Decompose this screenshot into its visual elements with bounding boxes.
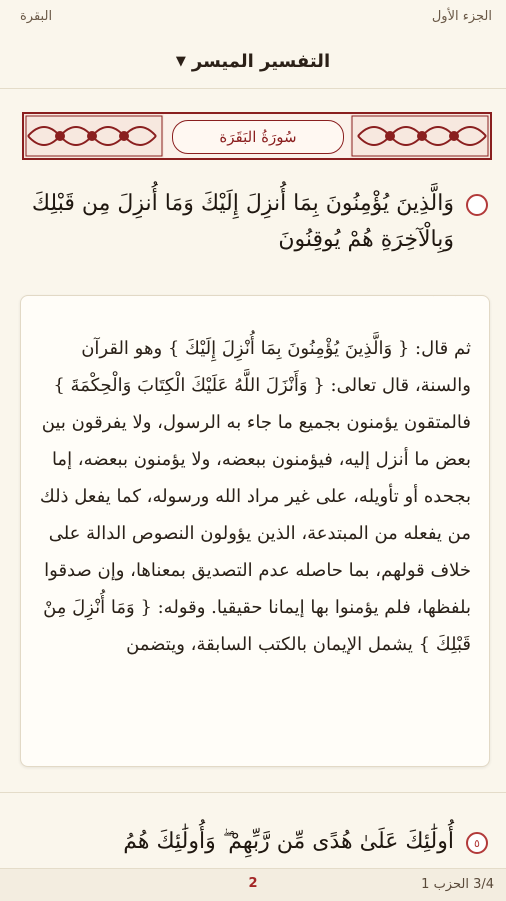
divider [0,792,506,793]
ayah-next[interactable]: ٥ أُولَٰئِكَ عَلَىٰ هُدًى مِّن رَّبِّهِم… [18,824,488,860]
surah-label: البقرة [20,9,53,24]
tafsir-panel: ثم قال: { وَالَّذِينَ يُؤْمِنُونَ بِمَا … [20,295,490,767]
tafsir-selector-label: التفسير الميسر [191,50,331,72]
tafsir-selector-dropdown[interactable]: التفسير الميسر ▼ [176,51,330,72]
ayah-current[interactable]: وَالَّذِينَ يُؤْمِنُونَ بِمَا أُنزِلَ إِ… [18,186,488,258]
surah-title: سُورَةُ البَقَرَة [172,120,344,154]
bottom-bar: 3/4 الحزب 1 2 [0,868,506,901]
header: التفسير الميسر ▼ [0,34,506,89]
ornament-left-icon [24,114,164,158]
ayah-text: أُولَٰئِكَ عَلَىٰ هُدًى مِّن رَّبِّهِمْ … [123,829,454,854]
top-bar: الجزء الأول البقرة [0,0,506,34]
surah-banner: سُورَةُ البَقَرَة [22,112,492,160]
ornament-right-icon [350,114,490,158]
ayah-number-marker[interactable]: ٥ [466,832,488,854]
juz-label: الجزء الأول [431,9,492,24]
page-number[interactable]: 2 [0,876,506,891]
ayah-text: وَالَّذِينَ يُؤْمِنُونَ بِمَا أُنزِلَ إِ… [31,191,454,252]
tafsir-text: ثم قال: { وَالَّذِينَ يُؤْمِنُونَ بِمَا … [39,338,471,655]
caret-down-icon: ▼ [175,53,186,69]
ayah-number-marker[interactable] [466,194,488,216]
